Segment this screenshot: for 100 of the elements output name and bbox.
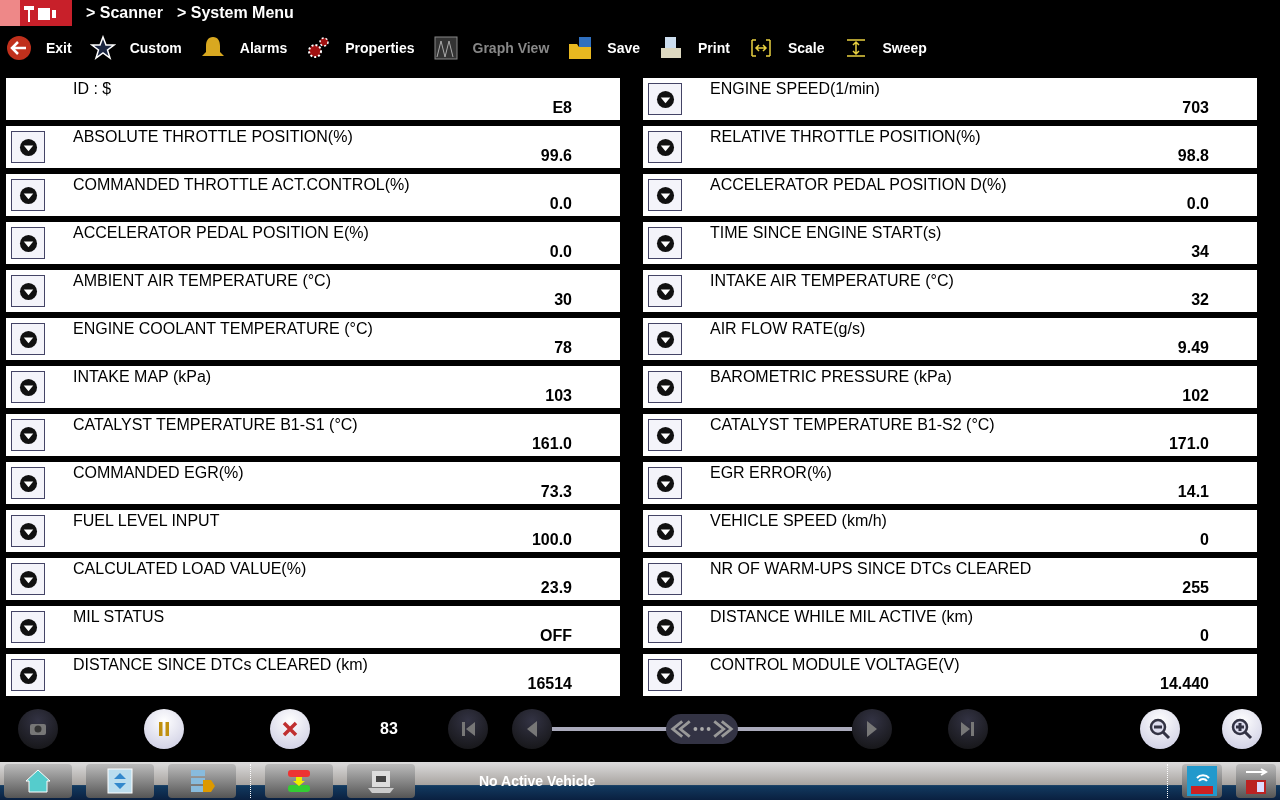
toolbar-button[interactable]: Custom	[89, 35, 192, 61]
parameter-name: ABSOLUTE THROTTLE POSITION(%)	[73, 128, 354, 146]
parameter-name: FUEL LEVEL INPUT	[73, 512, 221, 530]
parameter-name: CATALYST TEMPERATURE B1-S1 (°C)	[73, 416, 359, 434]
parameter-value: 100.0	[531, 530, 572, 550]
dropdown-button[interactable]	[11, 467, 45, 499]
wireless-device-button[interactable]	[1182, 764, 1222, 798]
dropdown-button[interactable]	[648, 323, 682, 355]
toolbar-button[interactable]: Properties	[305, 35, 425, 61]
pause-button[interactable]	[144, 709, 184, 749]
parameter-value: 16514	[527, 674, 572, 694]
parameter-name: COMMANDED THROTTLE ACT.CONTROL(%)	[73, 176, 411, 194]
zoom-in-button[interactable]	[1222, 709, 1262, 749]
window-switch-button[interactable]	[86, 764, 154, 798]
last-frame-button[interactable]	[947, 709, 988, 749]
caret-down-icon	[655, 617, 675, 637]
caret-down-icon	[655, 233, 675, 253]
dropdown-button[interactable]	[11, 563, 45, 595]
first-frame-button[interactable]	[447, 709, 488, 749]
dropdown-button[interactable]	[648, 83, 682, 115]
caret-down-icon	[18, 137, 38, 157]
dropdown-button[interactable]	[648, 275, 682, 307]
dropdown-button[interactable]	[648, 419, 682, 451]
parameter-name: ACCELERATOR PEDAL POSITION D(%)	[710, 176, 1008, 194]
usb-device-button[interactable]	[1236, 764, 1276, 798]
parameter-value: 0	[1200, 626, 1209, 646]
dropdown-button[interactable]	[11, 227, 45, 259]
stop-button[interactable]	[270, 709, 310, 749]
parameter-name: INTAKE MAP (kPa)	[73, 368, 213, 386]
folder-icon	[567, 35, 594, 61]
triangle-left-icon	[525, 720, 538, 738]
parameter-value: 14.440	[1160, 674, 1209, 694]
dropdown-button[interactable]	[11, 179, 45, 211]
toolbar-button[interactable]: Alarms	[199, 35, 298, 61]
dropdown-button[interactable]	[11, 419, 45, 451]
vehicle-status: No Active Vehicle	[479, 773, 596, 789]
toolbar-button[interactable]: Exit	[6, 35, 82, 61]
dropdown-button[interactable]	[11, 275, 45, 307]
caret-down-icon	[655, 329, 675, 349]
parameter-name: BAROMETRIC PRESSURE (kPa)	[710, 368, 953, 386]
parameter-value: 103	[545, 386, 572, 406]
vehicle-button[interactable]	[265, 764, 333, 798]
toolbar-button[interactable]: Save	[567, 35, 650, 61]
dropdown-button[interactable]	[648, 179, 682, 211]
dropdown-button[interactable]	[11, 371, 45, 403]
dropdown-button[interactable]	[648, 467, 682, 499]
parameter-value: 14.1	[1177, 482, 1209, 502]
dropdown-button[interactable]	[11, 611, 45, 643]
dropdown-button[interactable]	[11, 659, 45, 691]
caret-down-icon	[18, 569, 38, 589]
parameter-value: 30	[554, 290, 572, 310]
toolbar-button[interactable]: Print	[658, 35, 740, 61]
parameter-name: DISTANCE SINCE DTCs CLEARED (km)	[73, 656, 369, 674]
caret-down-icon	[18, 665, 38, 685]
dropdown-button[interactable]	[648, 371, 682, 403]
caret-down-icon	[655, 89, 675, 109]
printer-icon	[658, 35, 684, 61]
list-button[interactable]	[168, 764, 236, 798]
dropdown-button[interactable]	[648, 563, 682, 595]
parameter-value: 161.0	[531, 434, 572, 454]
parameter-value: 9.49	[1177, 338, 1209, 358]
parameter-value: 102	[1182, 386, 1209, 406]
dropdown-button[interactable]	[11, 323, 45, 355]
parameter-value: 703	[1182, 98, 1209, 118]
parameter-name: INTAKE AIR TEMPERATURE (°C)	[710, 272, 955, 290]
caret-down-icon	[655, 665, 675, 685]
caret-down-icon	[18, 617, 38, 637]
toolbar-button[interactable]: Scale	[747, 35, 835, 61]
dropdown-button[interactable]	[648, 227, 682, 259]
toolbar-button[interactable]: Sweep	[842, 35, 937, 61]
parameter-value: 0.0	[549, 194, 572, 214]
toolbox-logo[interactable]	[0, 0, 72, 26]
caret-down-icon	[655, 137, 675, 157]
home-button[interactable]	[4, 764, 72, 798]
parameter-name: MIL STATUS	[73, 608, 166, 626]
vehicle-folder-button[interactable]	[347, 764, 415, 798]
parameter-name: AMBIENT AIR TEMPERATURE (°C)	[73, 272, 332, 290]
breadcrumb-link[interactable]: > System Menu	[176, 4, 294, 22]
parameter-name: AIR FLOW RATE(g/s)	[710, 320, 867, 338]
parameter-value: E8	[552, 98, 572, 118]
camera-icon	[29, 722, 47, 736]
previous-button[interactable]	[511, 709, 552, 749]
camera-button[interactable]	[18, 709, 58, 749]
parameter-name: NR OF WARM-UPS SINCE DTCs CLEARED	[710, 560, 1033, 578]
dropdown-button[interactable]	[648, 131, 682, 163]
gear-icon	[305, 35, 332, 61]
zoom-out-button[interactable]	[1140, 709, 1180, 749]
dropdown-button[interactable]	[11, 515, 45, 547]
parameter-value: 171.0	[1168, 434, 1209, 454]
dropdown-button[interactable]	[648, 611, 682, 643]
dropdown-button[interactable]	[11, 131, 45, 163]
next-button[interactable]	[851, 709, 892, 749]
parameter-name: TIME SINCE ENGINE START(s)	[710, 224, 943, 242]
caret-down-icon	[18, 521, 38, 541]
caret-down-icon	[18, 185, 38, 205]
caret-down-icon	[655, 473, 675, 493]
dropdown-button[interactable]	[648, 659, 682, 691]
parameter-value: 23.9	[540, 578, 572, 598]
breadcrumb-link[interactable]: > Scanner	[86, 4, 163, 22]
dropdown-button[interactable]	[648, 515, 682, 547]
